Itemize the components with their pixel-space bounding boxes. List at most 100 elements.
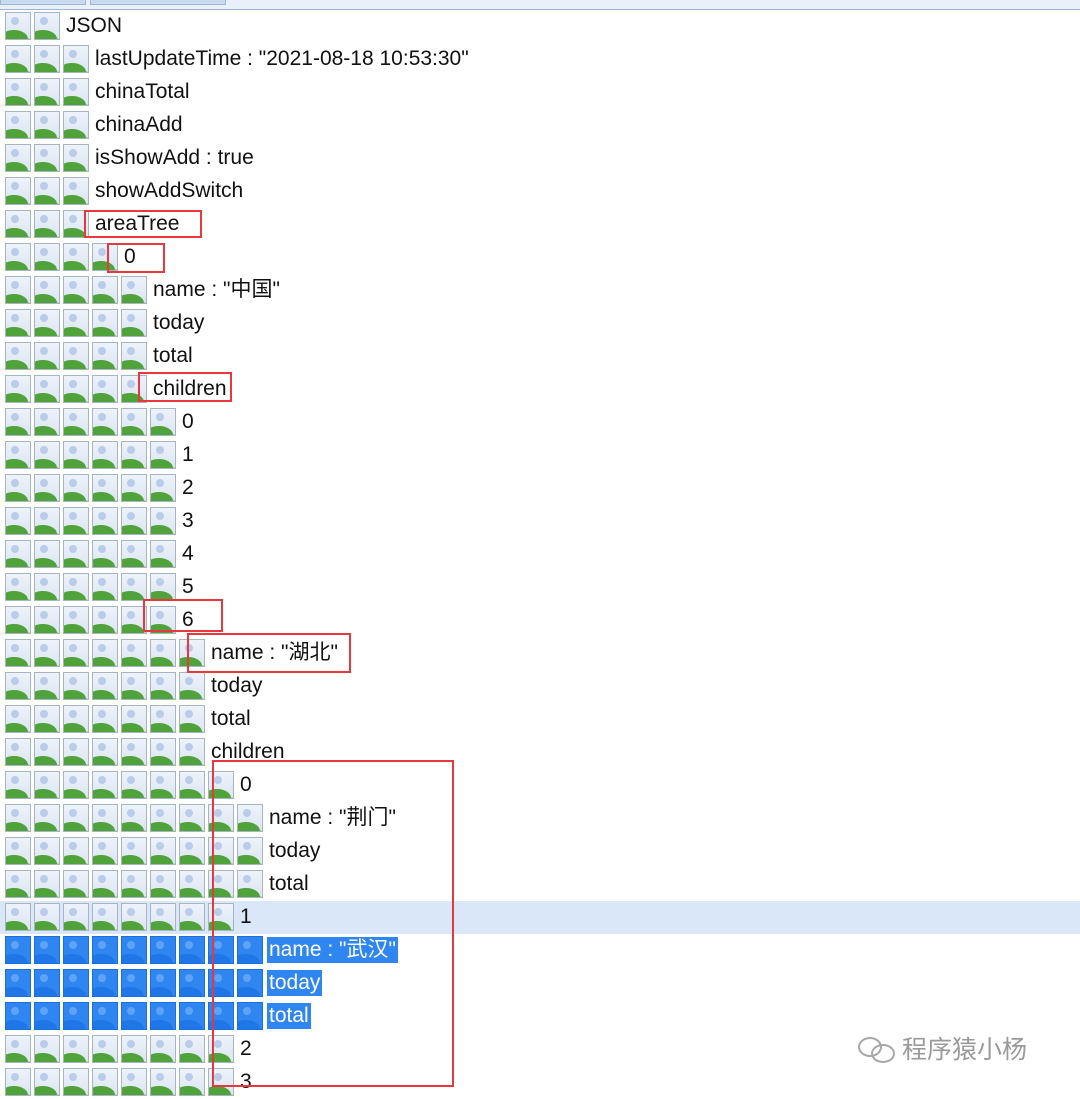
tree-row[interactable]: 2	[0, 472, 1080, 505]
tree-node-label[interactable]: 5	[182, 574, 194, 600]
image-placeholder-icon	[121, 540, 147, 568]
tab-edge[interactable]	[90, 0, 226, 5]
image-placeholder-icon[interactable]	[121, 342, 147, 370]
tree-row[interactable]: total	[0, 340, 1080, 373]
image-placeholder-icon	[5, 210, 31, 238]
image-placeholder-icon	[121, 738, 147, 766]
tree-row[interactable]: name : "湖北"	[0, 637, 1080, 670]
image-placeholder-icon	[63, 639, 89, 667]
tree-row[interactable]: 1	[0, 901, 1080, 934]
image-placeholder-icon	[150, 837, 176, 865]
image-placeholder-icon	[63, 936, 89, 964]
image-placeholder-icon	[92, 342, 118, 370]
tree-node-label[interactable]: 1	[182, 442, 194, 468]
json-tree-view[interactable]: JSON lastUpdateTime : "2021-08-18 10:53:3…	[0, 10, 1080, 1099]
tree-node-label[interactable]: chinaTotal	[95, 79, 190, 105]
image-placeholder-icon	[92, 1068, 118, 1096]
tree-row[interactable]: 0	[0, 769, 1080, 802]
tree-row[interactable]: today	[0, 307, 1080, 340]
image-placeholder-icon[interactable]	[63, 177, 89, 205]
tree-node-label[interactable]: today	[153, 310, 204, 336]
image-placeholder-icon	[5, 507, 31, 535]
image-placeholder-icon	[63, 474, 89, 502]
tree-row[interactable]: lastUpdateTime : "2021-08-18 10:53:30"	[0, 43, 1080, 76]
image-placeholder-icon[interactable]	[63, 45, 89, 73]
image-placeholder-icon[interactable]	[150, 573, 176, 601]
image-placeholder-icon[interactable]	[179, 672, 205, 700]
image-placeholder-icon	[34, 903, 60, 931]
tree-row[interactable]: total	[0, 868, 1080, 901]
tab-edge[interactable]	[0, 0, 86, 5]
image-placeholder-icon[interactable]	[150, 408, 176, 436]
image-placeholder-icon[interactable]	[179, 738, 205, 766]
tree-node-label[interactable]: JSON	[66, 13, 122, 39]
image-placeholder-icon	[150, 672, 176, 700]
image-placeholder-icon[interactable]	[121, 309, 147, 337]
image-placeholder-icon	[150, 804, 176, 832]
tree-row[interactable]: today	[0, 670, 1080, 703]
image-placeholder-icon[interactable]	[63, 78, 89, 106]
image-placeholder-icon	[121, 408, 147, 436]
image-placeholder-icon	[121, 474, 147, 502]
tree-node-label[interactable]: name : "中国"	[153, 277, 280, 303]
tree-row[interactable]: isShowAdd : true	[0, 142, 1080, 175]
image-placeholder-icon	[63, 573, 89, 601]
image-placeholder-icon	[92, 771, 118, 799]
image-placeholder-icon	[121, 903, 147, 931]
image-placeholder-icon[interactable]	[150, 507, 176, 535]
tree-node-label[interactable]: total	[153, 343, 193, 369]
image-placeholder-icon	[179, 936, 205, 964]
image-placeholder-icon	[150, 639, 176, 667]
tree-row[interactable]: showAddSwitch	[0, 175, 1080, 208]
watermark: 程序猿小杨	[858, 1030, 1027, 1066]
highlight-box-areatree	[84, 210, 202, 238]
image-placeholder-icon	[92, 903, 118, 931]
image-placeholder-icon[interactable]	[150, 540, 176, 568]
image-placeholder-icon	[150, 738, 176, 766]
image-placeholder-icon	[63, 969, 89, 997]
image-placeholder-icon[interactable]	[121, 276, 147, 304]
image-placeholder-icon	[5, 639, 31, 667]
image-placeholder-icon	[121, 507, 147, 535]
image-placeholder-icon[interactable]	[63, 111, 89, 139]
image-placeholder-icon[interactable]	[34, 12, 60, 40]
image-placeholder-icon	[92, 474, 118, 502]
tree-node-label[interactable]: lastUpdateTime : "2021-08-18 10:53:30"	[95, 46, 469, 72]
tree-row[interactable]: total	[0, 703, 1080, 736]
tree-node-label[interactable]: 4	[182, 541, 194, 567]
image-placeholder-icon	[92, 672, 118, 700]
tree-row[interactable]: JSON	[0, 10, 1080, 43]
tree-row[interactable]: 0	[0, 406, 1080, 439]
image-placeholder-icon[interactable]	[179, 705, 205, 733]
tree-row[interactable]: name : "荆门"	[0, 802, 1080, 835]
tree-row[interactable]: 3	[0, 505, 1080, 538]
tree-node-label[interactable]: 2	[182, 475, 194, 501]
tree-node-label[interactable]: chinaAdd	[95, 112, 183, 138]
tree-node-label[interactable]: today	[211, 673, 262, 699]
tree-row[interactable]: name : "中国"	[0, 274, 1080, 307]
image-placeholder-icon	[34, 474, 60, 502]
tree-node-label[interactable]: 3	[182, 508, 194, 534]
tree-node-label[interactable]: showAddSwitch	[95, 178, 243, 204]
tree-row[interactable]: 4	[0, 538, 1080, 571]
image-placeholder-icon[interactable]	[150, 441, 176, 469]
tree-node-label[interactable]: 0	[182, 409, 194, 435]
tree-node-label[interactable]: total	[211, 706, 251, 732]
image-placeholder-icon	[63, 870, 89, 898]
image-placeholder-icon	[92, 936, 118, 964]
tree-row[interactable]: name : "武汉"	[0, 934, 1080, 967]
image-placeholder-icon[interactable]	[63, 144, 89, 172]
tree-node-label[interactable]: isShowAdd : true	[95, 145, 254, 171]
image-placeholder-icon	[5, 705, 31, 733]
tree-row[interactable]: total	[0, 1000, 1080, 1033]
tree-row[interactable]: children	[0, 736, 1080, 769]
tree-row[interactable]: chinaAdd	[0, 109, 1080, 142]
tree-row[interactable]: 3	[0, 1066, 1080, 1099]
tree-row[interactable]: today	[0, 967, 1080, 1000]
image-placeholder-icon	[63, 375, 89, 403]
image-placeholder-icon[interactable]	[150, 474, 176, 502]
tree-row[interactable]: chinaTotal	[0, 76, 1080, 109]
tree-row[interactable]: today	[0, 835, 1080, 868]
image-placeholder-icon	[121, 573, 147, 601]
tree-row[interactable]: 1	[0, 439, 1080, 472]
